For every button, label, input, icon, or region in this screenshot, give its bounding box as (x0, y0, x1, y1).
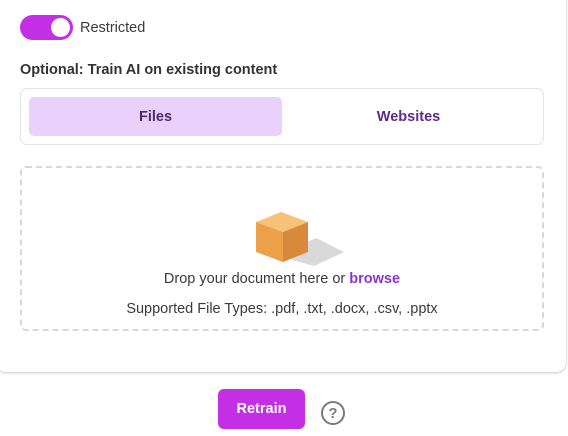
restricted-toggle[interactable] (20, 15, 73, 40)
box-icon (256, 212, 344, 266)
toggle-label: Restricted (80, 19, 146, 36)
supported-file-types: Supported File Types: .pdf, .txt, .docx,… (126, 301, 438, 317)
drop-prompt: Drop your document here or (163, 271, 350, 287)
tab-websites[interactable]: Websites (282, 97, 535, 136)
access-toggle-row: Restricted (20, 15, 145, 40)
tab-files[interactable]: Files (29, 97, 282, 136)
browse-link[interactable]: browse (349, 271, 400, 287)
toggle-knob (51, 18, 70, 37)
retrain-button[interactable]: Retrain (218, 389, 305, 429)
source-tabs: Files Websites (20, 88, 544, 145)
file-dropzone[interactable]: Drop your document here or browse Suppor… (20, 166, 544, 331)
drop-instructions: Drop your document here or browse (22, 271, 542, 287)
train-ai-title: Optional: Train AI on existing content (20, 62, 278, 78)
help-circle-icon[interactable]: ? (321, 401, 345, 425)
